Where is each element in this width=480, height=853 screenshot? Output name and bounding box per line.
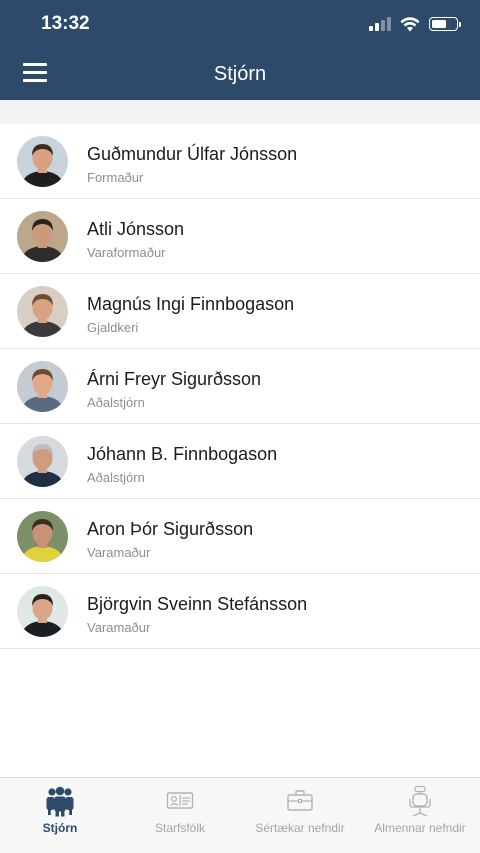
member-name: Árni Freyr Sigurðsson [87,369,262,389]
tab-label: Sértækar nefndir [255,821,345,835]
avatar [17,211,68,262]
status-time: 13:32 [41,13,90,34]
tab-label: Stjórn [42,821,78,835]
member-name: Aron Þór Sigurðsson [87,519,254,539]
member-row[interactable]: Guðmundur Úlfar Jónsson Formaður [0,124,480,199]
tab-starfsfolk[interactable]: Starfsfólk [120,778,240,853]
member-role: Aðalstjórn [87,395,145,410]
tab-label: Starfsfólk [154,821,205,835]
member-name: Atli Jónsson [87,219,185,239]
member-role: Varaformaður [87,245,166,260]
tab-bar: Stjórn Starfsfólk Sértækar nefndir Almen… [0,777,480,853]
member-role: Varamaður [87,545,151,560]
member-role: Varamaður [87,620,151,635]
member-row[interactable]: Magnús Ingi Finnbogason Gjaldkeri [0,274,480,349]
wifi-icon [400,16,420,31]
chair-icon [409,785,431,817]
member-list: Guðmundur Úlfar Jónsson Formaður Atli Jóns… [0,124,480,777]
avatar [17,586,68,637]
member-name: Björgvin Sveinn Stefánsson [87,594,308,614]
tab-sertaekar-nefndir[interactable]: Sértækar nefndir [240,778,360,853]
page-title: Stjórn [213,63,267,85]
member-name: Guðmundur Úlfar Jónsson [87,144,298,164]
member-role: Formaður [87,170,144,185]
member-row[interactable]: Jóhann B. Finnbogason Aðalstjórn [0,424,480,499]
member-name: Magnús Ingi Finnbogason [87,294,295,314]
battery-icon [429,17,461,31]
avatar [17,436,68,487]
avatar [17,511,68,562]
tab-almennar-nefndir[interactable]: Almennar nefndir [360,778,480,853]
header: 13:32 Stjórn [0,0,480,100]
cellular-signal-icon [369,17,391,31]
battery-level [432,20,447,28]
tab-label: Almennar nefndir [374,821,466,835]
member-row[interactable]: Björgvin Sveinn Stefánsson Varamaður [0,574,480,649]
briefcase-icon [287,790,313,811]
member-row[interactable]: Atli Jónsson Varaformaður [0,199,480,274]
avatar [17,286,68,337]
member-row[interactable]: Árni Freyr Sigurðsson Aðalstjórn [0,349,480,424]
avatar [17,136,68,187]
group-icon [46,786,74,817]
avatar [17,361,68,412]
member-role: Aðalstjórn [87,470,145,485]
member-row[interactable]: Aron Þór Sigurðsson Varamaður [0,499,480,574]
id-card-icon [166,792,194,809]
tab-stjorn[interactable]: Stjórn [0,778,120,853]
status-icons [369,14,461,34]
member-role: Gjaldkeri [87,320,139,335]
member-name: Jóhann B. Finnbogason [87,444,278,464]
